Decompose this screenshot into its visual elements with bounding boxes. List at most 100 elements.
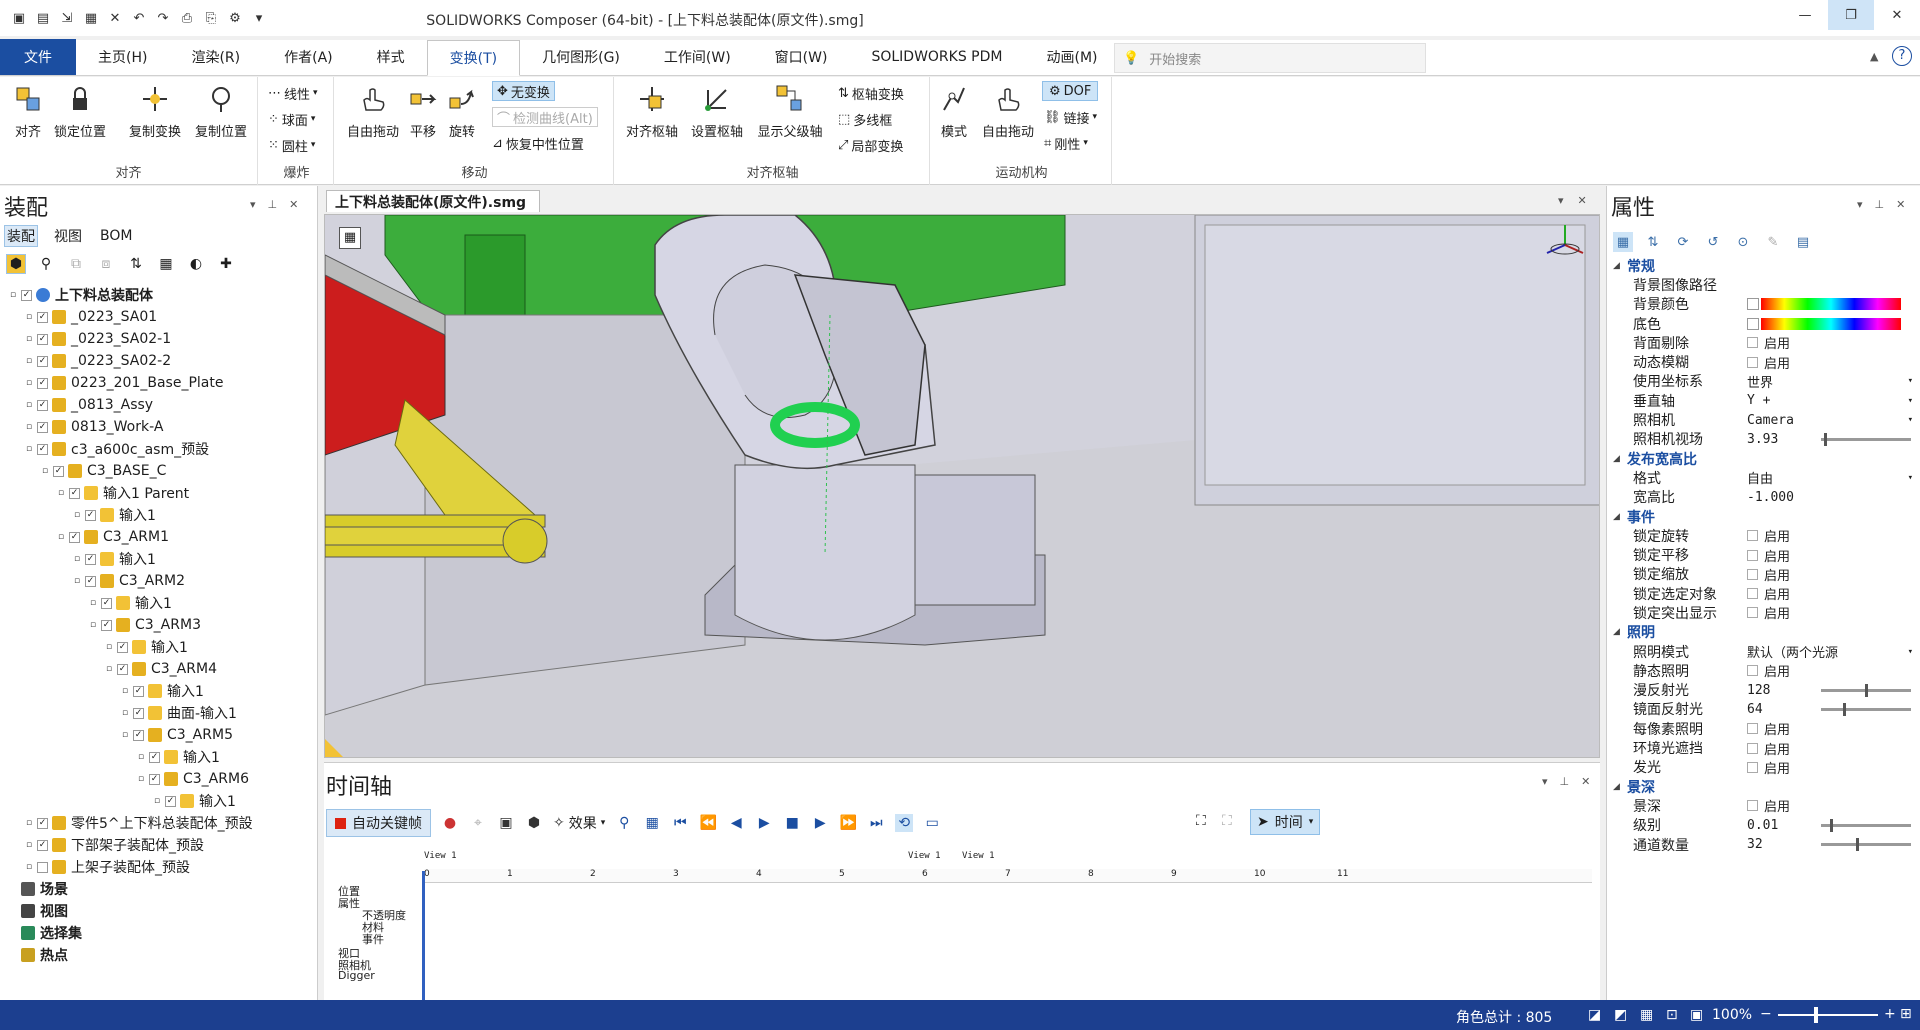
tree-item[interactable]: ▫ ✓ 曲面-输入1	[0, 702, 318, 724]
expand-icon[interactable]: ▫	[56, 488, 66, 498]
tree-item[interactable]: ▫ ✓ 输入1	[0, 548, 318, 570]
tree-item[interactable]: ▫ ✓ 上下料总装配体	[0, 284, 318, 306]
expand-icon[interactable]: ▫	[24, 444, 34, 454]
property-row[interactable]: 背景颜色	[1607, 295, 1920, 314]
visibility-checkbox[interactable]: ✓	[37, 377, 48, 389]
property-value[interactable]: 启用	[1747, 353, 1920, 372]
effects-button[interactable]: ✧ 效果 ▾	[553, 813, 605, 833]
copy-position-button[interactable]: 复制位置	[190, 83, 252, 140]
ungroup-icon[interactable]: ⧈	[96, 254, 116, 274]
autokey-button[interactable]: 自动关键帧	[326, 809, 431, 837]
rigid-button[interactable]: ⌗ 刚性 ▾	[1044, 133, 1088, 153]
property-row[interactable]: 每像素照明 启用	[1607, 719, 1920, 738]
playhead[interactable]	[422, 871, 425, 1001]
prev-key-icon[interactable]: ⏪	[699, 814, 717, 832]
restore-neutral-button[interactable]: ⊿ 恢复中性位置	[492, 133, 584, 153]
property-value[interactable]: 启用	[1747, 758, 1920, 777]
visibility-checkbox[interactable]: ✓	[37, 421, 48, 433]
expand-icon[interactable]: ▫	[40, 466, 50, 476]
tab-author[interactable]: 作者(A)	[262, 39, 355, 75]
status-icon-1[interactable]: ◪	[1588, 1007, 1601, 1023]
property-value[interactable]: 自由 ▾	[1747, 468, 1920, 487]
visibility-icon[interactable]: ◐	[186, 254, 206, 274]
visibility-checkbox[interactable]: ✓	[53, 465, 64, 477]
go-end-icon[interactable]: ⏭	[867, 814, 885, 832]
visibility-checkbox[interactable]: ✓	[149, 773, 160, 785]
tree-item[interactable]: ▫ ✓ C3_ARM5	[0, 724, 318, 746]
property-value[interactable]: 启用	[1747, 546, 1920, 565]
expand-icon[interactable]: ▫	[56, 532, 66, 542]
multi-wireframe-button[interactable]: ⬚ 多线框	[838, 109, 892, 129]
visibility-checkbox[interactable]: ✓	[37, 399, 48, 411]
tree-item[interactable]: 选择集	[0, 922, 318, 944]
key-position-icon[interactable]: ⌖	[469, 814, 487, 832]
visibility-checkbox[interactable]: ✓	[69, 531, 80, 543]
tree-item[interactable]: 热点	[0, 944, 318, 966]
slider-thumb[interactable]	[1865, 683, 1868, 697]
dof-button[interactable]: ⚙ DOF	[1042, 81, 1099, 101]
property-value[interactable]: 3.93	[1747, 432, 1920, 447]
visibility-checkbox[interactable]: ✓	[133, 707, 144, 719]
dropdown-arrow-icon[interactable]: ▾	[1908, 473, 1913, 483]
color-swatch[interactable]	[1747, 317, 1759, 330]
tree-item[interactable]: ▫ ✓ _0223_SA01	[0, 306, 318, 328]
visibility-checkbox[interactable]: ✓	[101, 619, 112, 631]
add-icon[interactable]: ✚	[216, 254, 236, 274]
property-row[interactable]: 静态照明 启用	[1607, 661, 1920, 680]
tree-item[interactable]: ▫ ✓ 0223_201_Base_Plate	[0, 372, 318, 394]
filmstrip-icon[interactable]: ▦	[339, 227, 361, 249]
property-row[interactable]: 级别 0.01	[1607, 816, 1920, 835]
tree-item[interactable]: ▫ ✓ 下部架子装配体_预設	[0, 834, 318, 856]
tab-render[interactable]: 渲染(R)	[169, 39, 262, 75]
expand-icon[interactable]: ▫	[24, 400, 34, 410]
tab-home[interactable]: 主页(H)	[76, 39, 169, 75]
sort-icon[interactable]: ⇅	[126, 254, 146, 274]
tree-item[interactable]: ▫ ✓ _0223_SA02-2	[0, 350, 318, 372]
property-row[interactable]: 格式 自由 ▾	[1607, 468, 1920, 487]
search-input[interactable]: 💡 开始搜索	[1114, 43, 1426, 73]
expand-icon[interactable]: ▫	[72, 510, 82, 520]
section-collapse-icon[interactable]: ◢	[1613, 454, 1620, 464]
apply-icon[interactable]: ⟳	[1673, 232, 1693, 252]
property-value[interactable]: 启用	[1747, 603, 1920, 622]
time-mode-button[interactable]: ➤ 时间 ▾	[1250, 809, 1321, 835]
free-drag-button[interactable]: 自由拖动	[344, 83, 402, 140]
tab-style[interactable]: 样式	[355, 39, 427, 75]
property-row[interactable]: 宽高比 -1.000	[1607, 488, 1920, 507]
props-pin-icon[interactable]: ⊥	[1875, 198, 1885, 211]
property-slider[interactable]	[1821, 837, 1911, 851]
panel-close-icon[interactable]: ✕	[289, 198, 298, 211]
tree-item[interactable]: ▫ ✓ 输入1	[0, 504, 318, 526]
status-icon-3[interactable]: ▦	[1640, 1007, 1653, 1023]
property-checkbox[interactable]	[1747, 356, 1758, 368]
tree-item[interactable]: ▫ ✓ _0813_Assy	[0, 394, 318, 416]
zoom-time-icon[interactable]: ⛶	[1222, 813, 1232, 829]
key-camera-icon[interactable]: ▣	[497, 814, 515, 832]
property-value[interactable]: 128	[1747, 683, 1920, 698]
visibility-checkbox[interactable]: ✓	[85, 553, 96, 565]
align-button[interactable]: 对齐	[6, 83, 50, 140]
default-icon[interactable]: ⊙	[1733, 232, 1753, 252]
property-slider[interactable]	[1821, 702, 1911, 716]
filter-icon[interactable]: ⚲	[36, 254, 56, 274]
property-value[interactable]: 启用	[1747, 565, 1920, 584]
copy-transform-button[interactable]: 复制变换	[124, 83, 186, 140]
property-slider[interactable]	[1821, 683, 1911, 697]
keyframe-icon[interactable]: ●	[441, 814, 459, 832]
property-value[interactable]: 32	[1747, 837, 1920, 852]
property-row[interactable]: 镜面反射光 64	[1607, 700, 1920, 719]
expand-icon[interactable]: ▫	[72, 554, 82, 564]
expand-icon[interactable]: ▫	[24, 422, 34, 432]
visibility-checkbox[interactable]: ✓	[85, 509, 96, 521]
zoom-slider-thumb[interactable]	[1814, 1007, 1818, 1023]
property-checkbox[interactable]	[1747, 568, 1758, 580]
expand-icon[interactable]: ▫	[72, 576, 82, 586]
step-forward-icon[interactable]: ▶	[811, 814, 829, 832]
expand-icon[interactable]: ▫	[24, 818, 34, 828]
property-row[interactable]: 环境光遮挡 启用	[1607, 738, 1920, 757]
sphere-explode-button[interactable]: ⁘ 球面 ▾	[268, 109, 315, 129]
slider-thumb[interactable]	[1843, 702, 1846, 716]
property-checkbox[interactable]	[1747, 665, 1758, 677]
dropdown-arrow-icon[interactable]: ▾	[1908, 376, 1913, 386]
expand-icon[interactable]: ▫	[120, 730, 130, 740]
